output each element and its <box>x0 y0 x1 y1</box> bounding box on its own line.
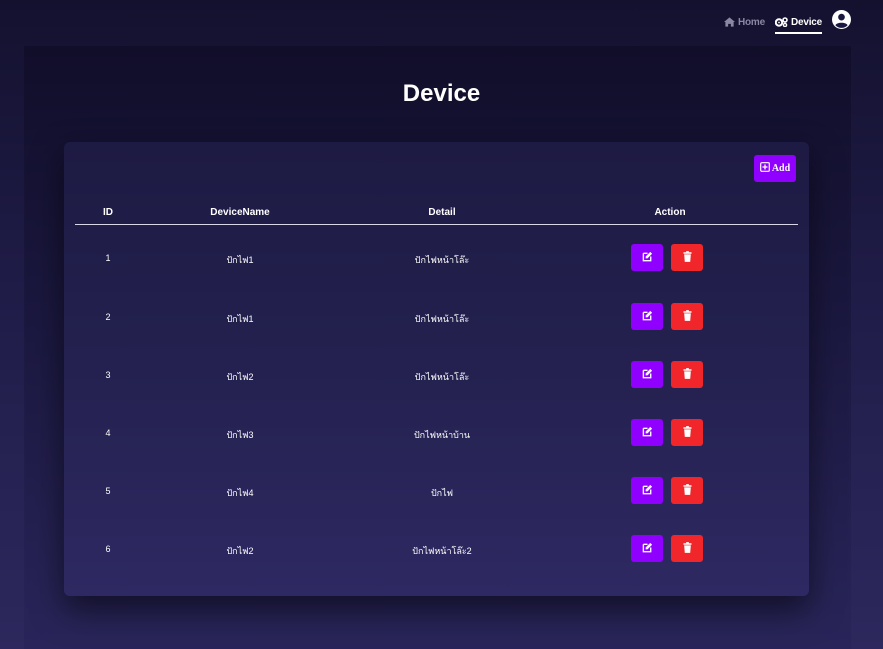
edit-button[interactable] <box>631 419 663 446</box>
row-detail: ปักไฟหน้าโล๊ะ <box>414 314 470 324</box>
table-row: 1 ปักไฟ1 ปักไฟหน้าโล๊ะ <box>75 244 798 274</box>
row-id: 4 <box>105 428 111 438</box>
row-device-name: ปักไฟ1 <box>226 314 254 324</box>
edit-icon <box>642 426 653 439</box>
edit-icon <box>642 542 653 555</box>
delete-button[interactable] <box>671 477 703 504</box>
table-row: 6 ปักไฟ2 ปักไฟหน้าโล๊ะ2 <box>75 535 798 565</box>
row-id: 2 <box>105 312 111 322</box>
user-circle-icon <box>832 10 851 34</box>
trash-icon <box>682 368 692 381</box>
edit-icon <box>642 484 653 497</box>
nav-home-link[interactable]: Home <box>723 10 765 34</box>
row-id: 5 <box>105 486 111 496</box>
delete-button[interactable] <box>671 419 703 446</box>
nav-home-label: Home <box>737 16 765 28</box>
row-detail: ปักไฟหน้าโล๊ะ <box>414 255 470 265</box>
column-header-detail: Detail <box>428 207 456 218</box>
top-navbar: Home Device <box>0 0 883 44</box>
delete-button[interactable] <box>671 361 703 388</box>
edit-button[interactable] <box>631 303 663 330</box>
delete-button[interactable] <box>671 303 703 330</box>
home-icon <box>723 17 735 27</box>
row-device-name: ปักไฟ4 <box>226 488 254 498</box>
edit-button[interactable] <box>631 535 663 562</box>
nav-device-label: Device <box>790 16 822 28</box>
edit-icon <box>642 251 653 264</box>
trash-icon <box>682 542 692 555</box>
edit-button[interactable] <box>631 244 663 271</box>
row-detail: ปักไฟหน้าบ้าน <box>413 430 471 440</box>
table-header: ID DeviceName Detail Action <box>75 204 798 225</box>
row-detail: ปักไฟหน้าโล๊ะ2 <box>412 546 472 556</box>
row-detail: ปักไฟ <box>430 488 454 498</box>
trash-icon <box>682 426 692 439</box>
row-id: 1 <box>105 253 111 263</box>
delete-button[interactable] <box>671 244 703 271</box>
device-table-card: Add ID DeviceName Detail Action 1 ปักไฟ1… <box>64 142 809 596</box>
edit-icon <box>642 368 653 381</box>
delete-button[interactable] <box>671 535 703 562</box>
nav-device-link[interactable]: Device <box>774 10 822 34</box>
row-id: 6 <box>105 544 111 554</box>
edit-button[interactable] <box>631 477 663 504</box>
column-header-id: ID <box>103 207 113 218</box>
plus-square-icon <box>759 162 770 175</box>
column-header-action: Action <box>654 207 686 218</box>
row-device-name: ปักไฟ1 <box>226 255 254 265</box>
table-row: 2 ปักไฟ1 ปักไฟหน้าโล๊ะ <box>75 303 798 333</box>
user-profile-button[interactable] <box>832 10 851 34</box>
trash-icon <box>682 251 692 264</box>
table-row: 4 ปักไฟ3 ปักไฟหน้าบ้าน <box>75 419 798 449</box>
edit-button[interactable] <box>631 361 663 388</box>
add-button-label: Add <box>771 163 791 174</box>
trash-icon <box>682 310 692 323</box>
row-device-name: ปักไฟ2 <box>226 372 254 382</box>
row-device-name: ปักไฟ2 <box>226 546 254 556</box>
edit-icon <box>642 310 653 323</box>
row-detail: ปักไฟหน้าโล๊ะ <box>414 372 470 382</box>
column-header-devicename: DeviceName <box>210 207 270 218</box>
add-device-button[interactable]: Add <box>754 155 796 182</box>
gears-icon <box>774 17 788 27</box>
trash-icon <box>682 484 692 497</box>
table-row: 5 ปักไฟ4 ปักไฟ <box>75 477 798 507</box>
row-device-name: ปักไฟ3 <box>226 430 254 440</box>
table-row: 3 ปักไฟ2 ปักไฟหน้าโล๊ะ <box>75 361 798 391</box>
row-id: 3 <box>105 370 111 380</box>
page-title: Device <box>402 80 481 107</box>
